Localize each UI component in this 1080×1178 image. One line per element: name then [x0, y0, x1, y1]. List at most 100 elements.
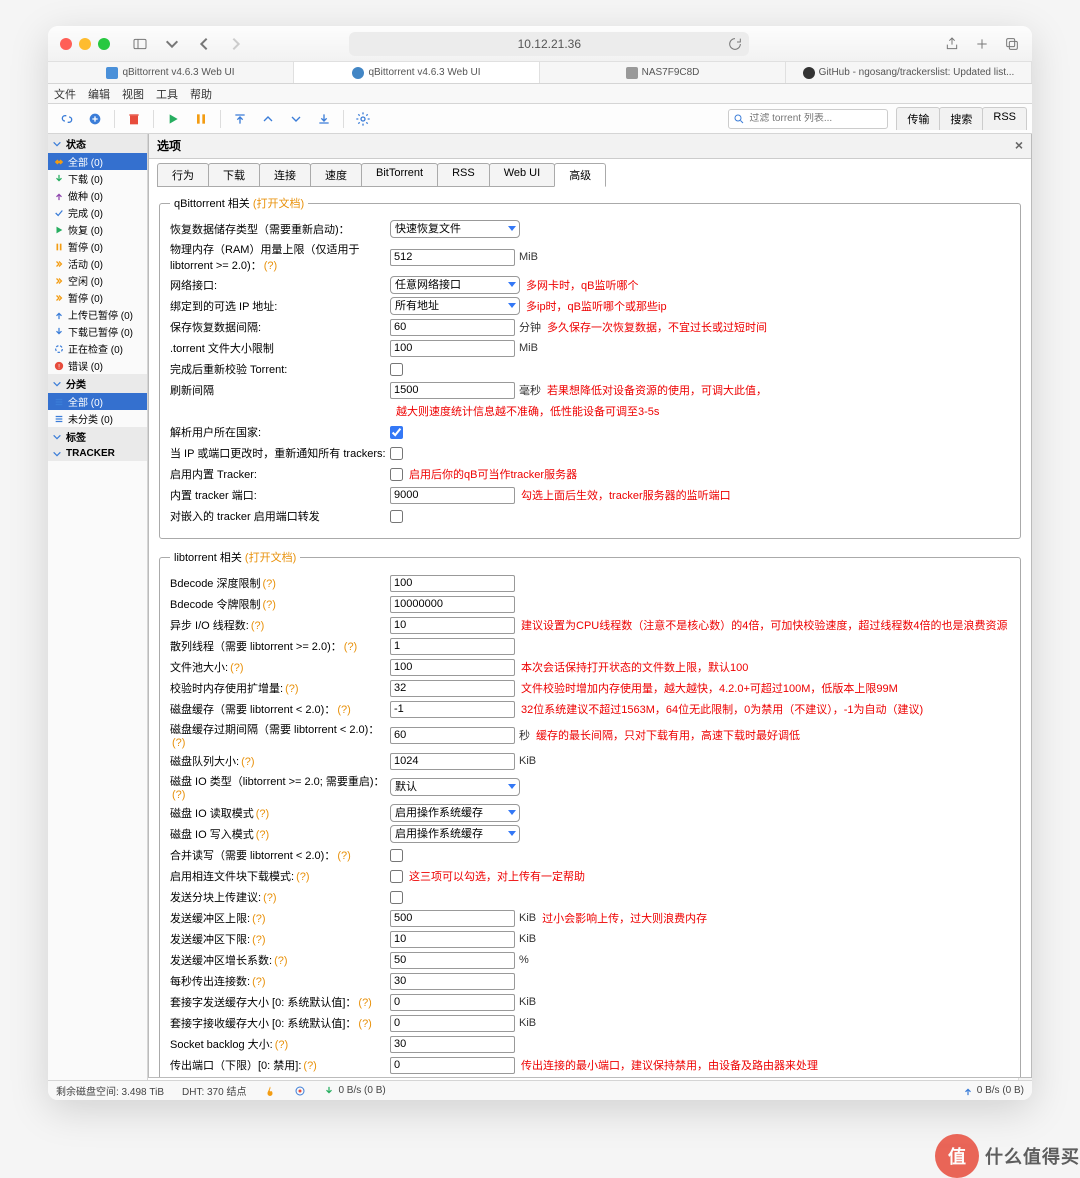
option-tab[interactable]: 下载: [208, 163, 260, 187]
help-icon[interactable]: (?): [263, 892, 276, 904]
help-icon[interactable]: (?): [337, 850, 350, 862]
help-icon[interactable]: (?): [337, 704, 350, 716]
option-tab[interactable]: 高级: [554, 163, 606, 187]
browser-tab[interactable]: GitHub - ngosang/trackerslist: Updated l…: [786, 62, 1032, 83]
sidebar-item[interactable]: 全部 (0): [48, 153, 147, 170]
sidebar-item[interactable]: 全部 (0): [48, 393, 147, 410]
option-text-input[interactable]: [390, 727, 515, 744]
reload-icon[interactable]: [727, 36, 743, 52]
connection-icon[interactable]: [294, 1085, 306, 1097]
new-tab-icon[interactable]: [974, 36, 990, 52]
option-tab[interactable]: Web UI: [489, 163, 555, 187]
dropdown-icon[interactable]: [160, 32, 184, 56]
help-icon[interactable]: (?): [230, 662, 243, 674]
help-icon[interactable]: (?): [275, 1039, 288, 1051]
option-text-input[interactable]: [390, 340, 515, 357]
option-tab[interactable]: 连接: [259, 163, 311, 187]
option-text-input[interactable]: [390, 931, 515, 948]
menu-item[interactable]: 工具: [156, 86, 178, 102]
option-text-input[interactable]: [390, 1057, 515, 1074]
open-docs-link[interactable]: (打开文档): [253, 198, 304, 210]
option-text-input[interactable]: [390, 1015, 515, 1032]
option-text-input[interactable]: [390, 1036, 515, 1053]
help-icon[interactable]: (?): [172, 789, 185, 801]
forward-button[interactable]: [224, 32, 248, 56]
help-icon[interactable]: (?): [274, 955, 287, 967]
maximize-window-button[interactable]: [98, 38, 110, 50]
minimize-window-button[interactable]: [79, 38, 91, 50]
sidebar-toggle-button[interactable]: [128, 32, 152, 56]
help-icon[interactable]: (?): [252, 976, 265, 988]
option-text-input[interactable]: [390, 973, 515, 990]
option-checkbox[interactable]: [390, 447, 403, 460]
option-text-input[interactable]: [390, 952, 515, 969]
sidebar-item[interactable]: 活动 (0): [48, 255, 147, 272]
sidebar-item[interactable]: 暂停 (0): [48, 238, 147, 255]
menu-item[interactable]: 帮助: [190, 86, 212, 102]
panel-body[interactable]: qBittorrent 相关 (打开文档)恢复数据储存类型（需要重新启动)：快速…: [149, 187, 1031, 1077]
help-icon[interactable]: (?): [262, 599, 275, 611]
add-torrent-button[interactable]: [82, 108, 108, 130]
sidebar-item[interactable]: !错误 (0): [48, 357, 147, 374]
delete-button[interactable]: [121, 108, 147, 130]
settings-button[interactable]: [350, 108, 376, 130]
sidebar-item[interactable]: 暂停 (0): [48, 289, 147, 306]
option-text-input[interactable]: [390, 638, 515, 655]
sidebar-header[interactable]: 标签: [48, 427, 147, 446]
sidebar-item[interactable]: 完成 (0): [48, 204, 147, 221]
menu-item[interactable]: 视图: [122, 86, 144, 102]
option-text-input[interactable]: [390, 487, 515, 504]
option-select[interactable]: 任意网络接口: [390, 276, 520, 294]
help-icon[interactable]: (?): [262, 578, 275, 590]
help-icon[interactable]: (?): [256, 829, 269, 841]
add-link-button[interactable]: [54, 108, 80, 130]
help-icon[interactable]: (?): [285, 683, 298, 695]
option-select[interactable]: 默认: [390, 778, 520, 796]
sidebar-item[interactable]: 做种 (0): [48, 187, 147, 204]
help-icon[interactable]: (?): [256, 808, 269, 820]
browser-tab[interactable]: qBittorrent v4.6.3 Web UI: [48, 62, 294, 83]
option-text-input[interactable]: [390, 249, 515, 266]
option-tab[interactable]: BitTorrent: [361, 163, 438, 187]
option-tab[interactable]: 行为: [157, 163, 209, 187]
help-icon[interactable]: (?): [241, 756, 254, 768]
open-docs-link[interactable]: (打开文档): [245, 552, 296, 564]
close-icon[interactable]: ×: [1015, 137, 1023, 154]
main-tab[interactable]: 传输: [896, 107, 940, 130]
sidebar-header[interactable]: 状态: [48, 134, 147, 153]
option-select[interactable]: 启用操作系统缓存: [390, 825, 520, 843]
help-icon[interactable]: (?): [252, 913, 265, 925]
option-tab[interactable]: RSS: [437, 163, 490, 187]
option-checkbox[interactable]: [390, 426, 403, 439]
help-icon[interactable]: (?): [172, 737, 185, 749]
browser-tab[interactable]: NAS7F9C8D: [540, 62, 786, 83]
pause-button[interactable]: [188, 108, 214, 130]
close-window-button[interactable]: [60, 38, 72, 50]
option-text-input[interactable]: [390, 753, 515, 770]
browser-tab[interactable]: qBittorrent v4.6.3 Web UI: [294, 62, 540, 83]
fire-icon[interactable]: [264, 1085, 276, 1097]
help-icon[interactable]: (?): [358, 997, 371, 1009]
option-text-input[interactable]: [390, 319, 515, 336]
sidebar-header[interactable]: 分类: [48, 374, 147, 393]
help-icon[interactable]: (?): [358, 1018, 371, 1030]
move-down-button[interactable]: [283, 108, 309, 130]
share-icon[interactable]: [944, 36, 960, 52]
option-text-input[interactable]: [390, 575, 515, 592]
option-text-input[interactable]: [390, 659, 515, 676]
option-tab[interactable]: 速度: [310, 163, 362, 187]
help-icon[interactable]: (?): [303, 1060, 316, 1072]
url-bar[interactable]: 10.12.21.36: [349, 32, 749, 56]
option-select[interactable]: 所有地址: [390, 297, 520, 315]
sidebar-item[interactable]: 恢复 (0): [48, 221, 147, 238]
option-checkbox[interactable]: [390, 870, 403, 883]
option-text-input[interactable]: [390, 994, 515, 1011]
move-bottom-button[interactable]: [311, 108, 337, 130]
tabs-overview-icon[interactable]: [1004, 36, 1020, 52]
move-up-button[interactable]: [255, 108, 281, 130]
sidebar-item[interactable]: 下载已暂停 (0): [48, 323, 147, 340]
option-text-input[interactable]: [390, 910, 515, 927]
option-text-input[interactable]: [390, 596, 515, 613]
sidebar-item[interactable]: 空闲 (0): [48, 272, 147, 289]
help-icon[interactable]: (?): [344, 641, 357, 653]
